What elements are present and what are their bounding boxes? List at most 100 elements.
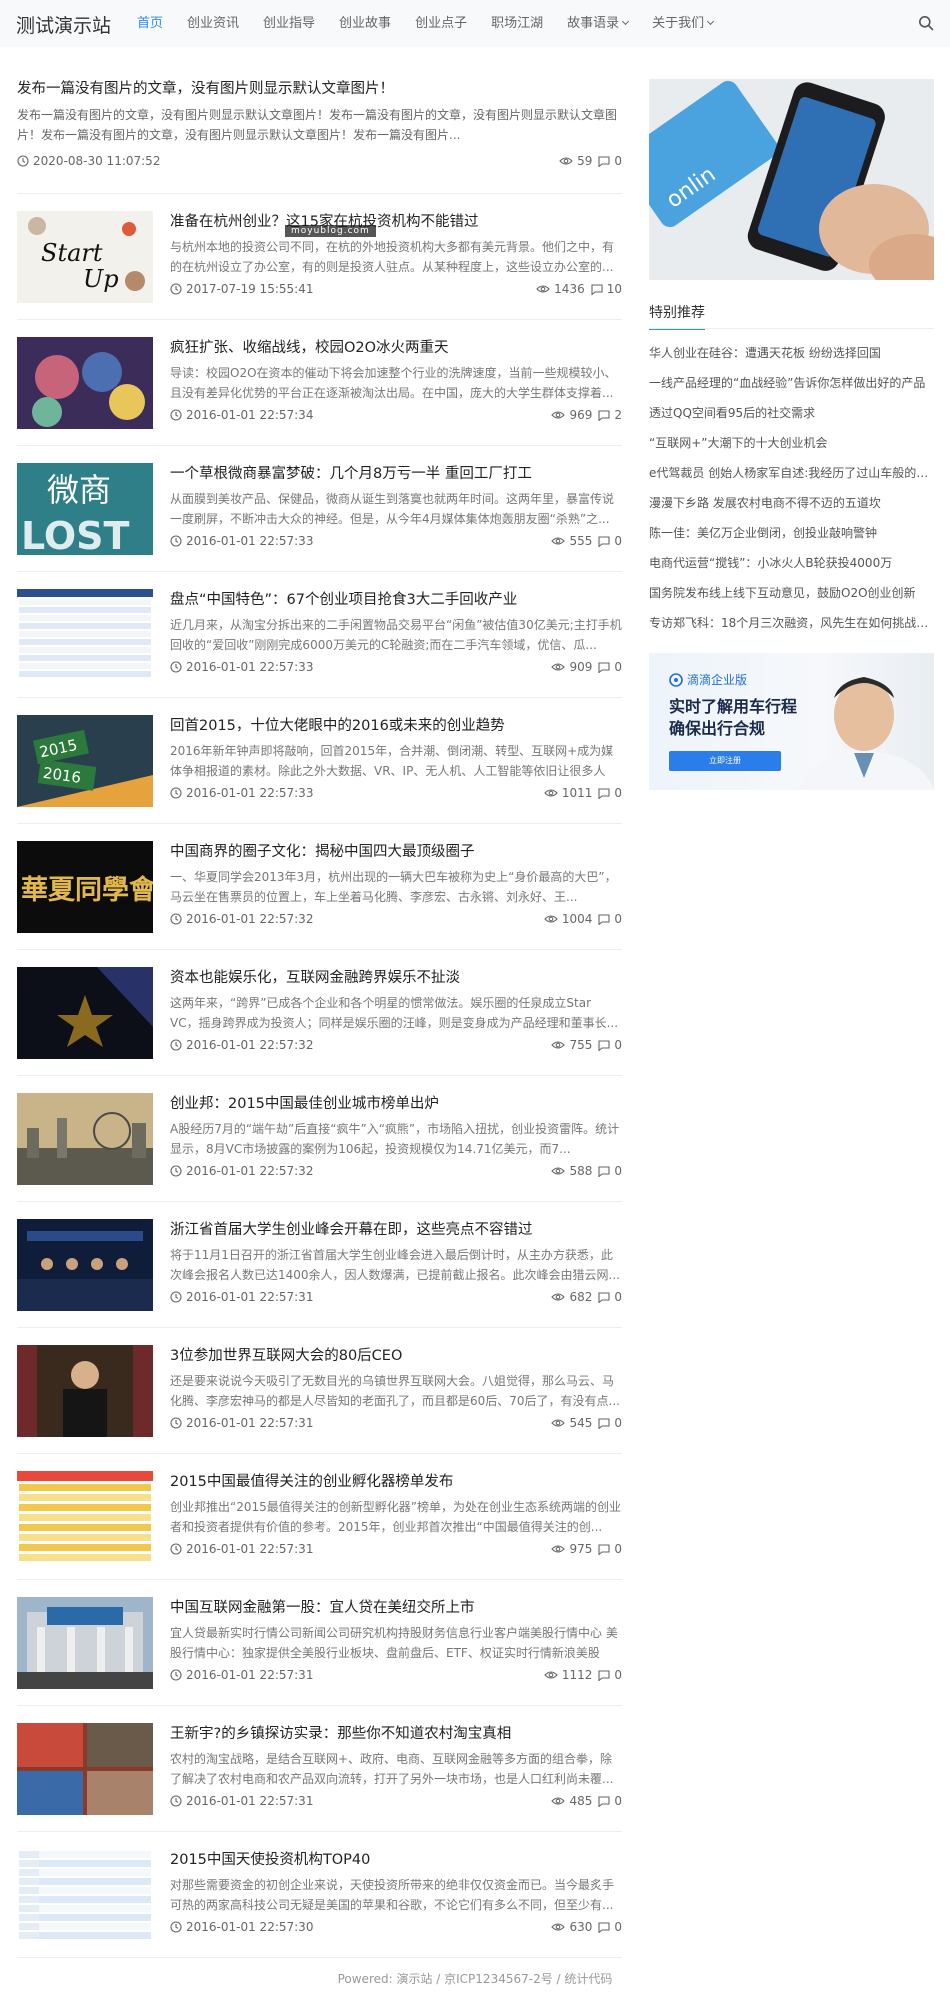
recommended-link[interactable]: e代驾裁员 创始人杨家军自述:我经历了过山车般的一年 [649,458,934,488]
post-title[interactable]: 王新宇?的乡镇探访实录：那些你不知道农村淘宝真相 [170,1726,511,1742]
nav-label: 创业指导 [263,16,316,31]
comment-count: 0 [614,534,622,548]
nav-item-stories[interactable]: 创业故事 [339,0,391,47]
post-excerpt: 发布一篇没有图片的文章，没有图片则显示默认文章图片！发布一篇没有图片的文章，没有… [17,108,618,142]
post-thumbnail[interactable]: 華夏同學會 [17,841,153,933]
post-title[interactable]: 发布一篇没有图片的文章，没有图片则显示默认文章图片！ [17,81,394,97]
post-title[interactable]: 疯狂扩张、收缩战线，校园O2O冰火两重天 [170,340,449,356]
eye-icon [544,1671,558,1679]
post-date: 2016-01-01 22:57:34 [170,408,313,422]
post-title[interactable]: 盘点“中国特色”：67个创业项目抢食3大二手回收产业 [170,592,517,608]
post-title[interactable]: 3位参加世界互联网大会的80后CEO [170,1348,402,1364]
recommended-link[interactable]: 一线产品经理的“血战经验”告诉你怎样做出好的产品 [649,368,934,398]
post-stats: 630 0 [551,1920,622,1934]
nav-item-ideas[interactable]: 创业点子 [415,0,467,47]
view-count: 909 [569,660,593,674]
post-excerpt: 导读：校园O2O在资本的催动下将会加速整个行业的洗牌速度，当前一些规模较小、且没… [170,366,617,400]
comment-icon [591,283,603,295]
eye-icon [551,1797,566,1805]
post-title[interactable]: 资本也能娱乐化，互联网金融跨界娱乐不扯淡 [170,970,460,986]
post-thumbnail[interactable] [17,337,153,429]
post-thumbnail[interactable] [17,1345,153,1437]
post-stats: 909 0 [551,660,622,674]
post-thumbnail[interactable] [17,1597,153,1689]
post-thumbnail[interactable] [17,1093,153,1185]
post-title[interactable]: 一个草根微商暴富梦破：几个月8万亏一半 重回工厂打工 [170,466,532,482]
nav-item-news[interactable]: 创业资讯 [187,0,239,47]
post-thumbnail[interactable] [17,1471,153,1563]
post-thumbnail[interactable] [17,1723,153,1815]
post-date: 2016-01-01 22:57:33 [170,534,313,548]
post-body: 资本也能娱乐化，互联网金融跨界娱乐不扯淡 这两年来，“跨界”已成各个企业和各个明… [170,968,622,1052]
clock-icon [170,535,182,547]
ad-register-button[interactable]: 立即注册 [669,751,781,771]
recommended-link[interactable]: 华人创业在硅谷：遭遇天花板 纷纷选择回国 [649,338,934,368]
nav-item-home[interactable]: 首页 [137,0,163,47]
sidebar-ad[interactable]: 滴滴企业版 实时了解用车行程 确保出行合规 立即注册 [649,653,934,790]
recommended-link[interactable]: 国务院发布线上线下互动意见，鼓励O2O创业创新 [649,578,934,608]
site-logo[interactable]: 测试演示站 [16,11,111,38]
date-text: 2016-01-01 22:57:34 [186,408,314,422]
comment-icon [598,913,610,925]
eye-icon [559,157,573,165]
eye-icon [551,1419,566,1427]
post-item: 2015中国最值得关注的创业孵化器榜单发布 创业邦推出“2015最值得关注的创新… [17,1454,622,1580]
post-thumbnail[interactable]: 2015 2016 [17,715,153,807]
comment-count: 0 [614,912,622,926]
post-title[interactable]: 回首2015，十位大佬眼中的2016或未来的创业趋势 [170,718,505,734]
view-count: 969 [569,408,593,422]
site-header: 测试演示站 首页 创业资讯 创业指导 创业故事 创业点子 职场江湖 故事语录 关… [0,0,950,47]
post-title[interactable]: 中国互联网金融第一股：宜人贷在美纽交所上市 [170,1600,475,1616]
recommended-link[interactable]: 透过QQ空间看95后的社交需求 [649,398,934,428]
didi-logo-icon [669,672,683,687]
nav-item-quotes[interactable]: 故事语录 [567,0,630,47]
svg-text:LOST: LOST [21,514,130,555]
post-excerpt: 一、华夏同学会2013年3月，杭州出现的一辆大巴车被称为史上“身价最高的大巴”，… [170,870,617,904]
post-meta: 2016-01-01 22:57:32 1004 0 [170,912,622,930]
recommended-link[interactable]: 电商代运营“搅钱”：小冰火人B轮获投4000万 [649,548,934,578]
date-text: 2016-01-01 22:57:33 [186,786,314,800]
post-title[interactable]: 浙江省首届大学生创业峰会开幕在即，这些亮点不容错过 [170,1222,533,1238]
post-thumbnail[interactable] [17,967,153,1059]
post-excerpt: 2016年新年钟声即将敲响，回首2015年，合并潮、倒闭潮、转型、互联网+成为媒… [170,744,614,778]
post-thumbnail[interactable] [17,1849,153,1941]
site-footer: Powered: 演示站 / 京ICP1234567-2号 / 统计代码 [337,1972,613,1986]
post-title[interactable]: 创业邦：2015中国最佳创业城市榜单出炉 [170,1096,439,1112]
nav-item-workplace[interactable]: 职场江湖 [491,0,543,47]
post-date: 2020-08-30 11:07:52 [17,154,160,168]
date-text: 2016-01-01 22:57:31 [186,1290,314,1304]
recommended-link[interactable]: 漫漫下乡路 发展农村电商不得不迈的五道坎 [649,488,934,518]
recommended-link[interactable]: “互联网+”大潮下的十大创业机会 [649,428,934,458]
post-thumbnail[interactable]: 微商 LOST [17,463,153,555]
eye-icon [544,789,558,797]
eye-icon [551,1041,566,1049]
sidebar-banner-image[interactable]: onlin [649,79,934,280]
nav-item-about[interactable]: 关于我们 [652,0,715,47]
post-stats: 545 0 [551,1416,622,1430]
post-thumbnail[interactable] [17,589,153,681]
date-text: 2016-01-01 22:57:33 [186,660,314,674]
post-date: 2016-01-01 22:57:31 [170,1542,313,1556]
post-thumbnail[interactable]: Start Up [17,211,153,303]
clock-icon [170,1543,182,1555]
comment-count: 0 [614,1794,622,1808]
post-item: 浙江省首届大学生创业峰会开幕在即，这些亮点不容错过 将于11月1日召开的浙江省首… [17,1202,622,1328]
search-icon[interactable] [918,15,934,31]
post-title[interactable]: 中国商界的圈子文化：揭秘中国四大最顶级圈子 [170,844,475,860]
post-title[interactable]: 2015中国最值得关注的创业孵化器榜单发布 [170,1474,453,1490]
ad-headline: 实时了解用车行程 [669,697,798,716]
post-stats: 555 0 [551,534,622,548]
post-title[interactable]: 2015中国天使投资机构TOP40 [170,1852,370,1868]
clock-icon [170,661,182,673]
post-meta: 2016-01-01 22:57:33 1011 0 [170,786,622,804]
post-thumbnail[interactable] [17,1219,153,1311]
recommended-link[interactable]: 陈一佳：美亿万企业倒闭，创投业敲响警钟 [649,518,934,548]
recommended-link[interactable]: 专访郑飞科：18个月三次融资，风先生在如何挑战外卖 [649,608,934,638]
post-item: Start Up 准备在杭州创业？这15家在杭投资机构不能错过 与杭州本地的投资公… [17,194,622,320]
view-count: 1112 [561,1668,593,1682]
date-text: 2016-01-01 22:57:31 [186,1416,314,1430]
comment-count: 0 [614,154,622,168]
nav-item-guide[interactable]: 创业指导 [263,0,315,47]
clock-icon [170,1417,182,1429]
ad-brand-text: 滴滴企业版 [687,673,748,687]
